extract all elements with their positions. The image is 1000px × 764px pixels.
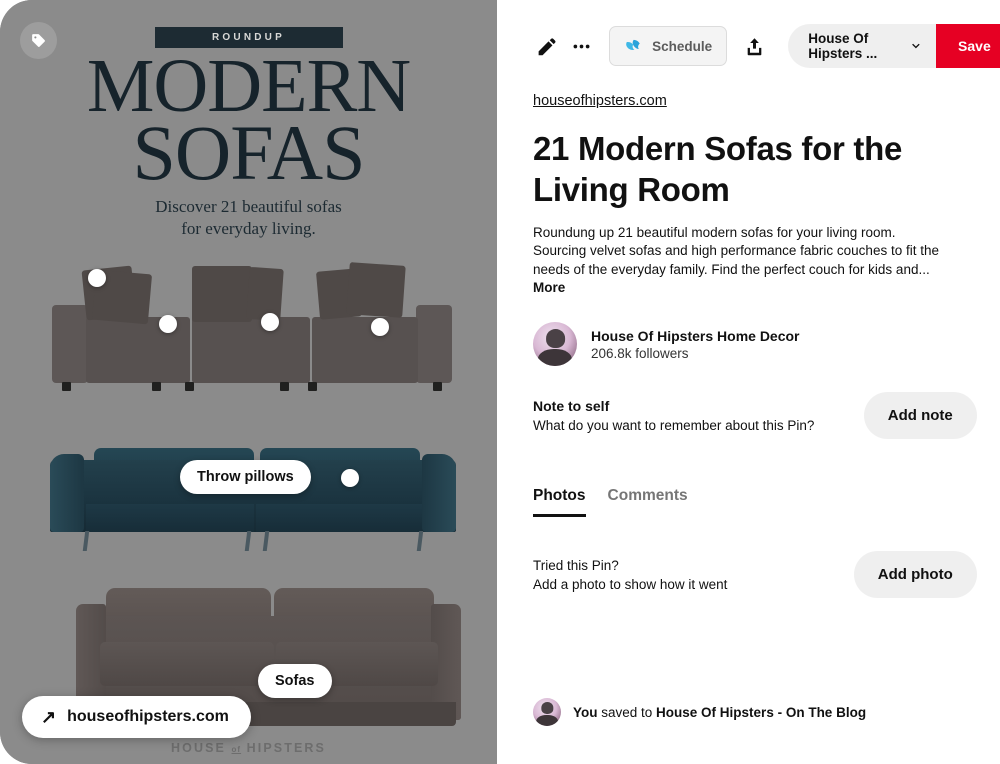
tailwind-bird-icon [626,39,640,50]
tag-icon-button[interactable] [20,22,57,59]
tag-icon [32,34,45,47]
pin-action-bar: Schedule House Of Hipsters ... Save [533,0,1000,92]
saved-to-board-row[interactable]: You saved to House Of Hipsters - On The … [533,698,977,726]
tried-this-pin-section: Tried this Pin? Add a photo to show how … [533,551,977,598]
creator-avatar[interactable] [533,322,577,366]
cover-footer-mid: of [231,745,242,754]
pin-closeup-view: ROUNDUP MODERN SOFAS Discover 21 beautif… [0,0,1000,764]
chevron-down-icon [912,43,920,48]
detail-tabs: Photos Comments [533,487,977,517]
cover-footer: HOUSE of HIPSTERS [0,741,497,755]
cover-subtitle-line2: for everyday living. [181,219,316,239]
pin-source-link[interactable]: houseofhipsters.com [533,93,667,109]
pencil-icon [538,37,556,55]
product-hotspot-dot[interactable] [88,269,106,287]
saved-to-board-text: You saved to House Of Hipsters - On The … [573,705,866,720]
saved-by-user: You [573,704,598,720]
cover-badge-label: ROUNDUP [212,32,285,43]
creator-name: House Of Hipsters Home Decor [591,327,800,344]
product-hotspot-dot[interactable] [371,318,389,336]
source-site-host: houseofhipsters.com [67,708,229,725]
schedule-button[interactable]: Schedule [609,26,728,66]
share-button[interactable] [741,27,768,65]
edit-pin-button[interactable] [533,27,560,65]
creator-followers: 206.8k followers [591,345,689,361]
image-tag-throw-pillows[interactable]: Throw pillows [180,460,311,494]
source-site-pill[interactable]: ↗ houseofhipsters.com [22,696,251,738]
ellipsis-icon [573,44,590,48]
pin-description-more-link[interactable]: More [533,280,565,295]
add-note-button[interactable]: Add note [863,392,977,439]
add-photo-button[interactable]: Add photo [853,551,977,598]
tried-this-pin-subtitle: Add a photo to show how it went [533,576,728,592]
tab-photos[interactable]: Photos [533,487,586,517]
saved-board-name: House Of Hipsters - On The Blog [656,704,867,720]
tried-this-pin-title: Tried this Pin? [533,557,619,573]
cover-subtitle: Discover 21 beautiful sofas for everyday… [0,196,497,241]
note-to-self-section: Note to self What do you want to remembe… [533,392,977,439]
save-button[interactable]: Save [936,24,1000,68]
share-upload-icon [747,37,762,55]
arrow-up-right-icon: ↗ [41,707,57,727]
board-selector-name: House Of Hipsters ... [808,31,878,61]
image-tag-sofas[interactable]: Sofas [258,664,332,698]
cover-footer-post: HIPSTERS [246,741,326,755]
board-selector[interactable]: House Of Hipsters ... [788,24,937,68]
pin-title: 21 Modern Sofas for the Living Room [533,130,902,209]
saved-middle-text: saved to [597,704,657,720]
cover-title-line2: SOFAS [132,109,365,197]
cover-title: MODERN SOFAS [0,48,497,197]
sofa-illustration-modular-grey [52,258,452,395]
product-hotspot-dot[interactable] [341,469,359,487]
product-hotspot-dot[interactable] [261,313,279,331]
tab-comments[interactable]: Comments [608,487,688,517]
note-to-self-title: Note to self [533,398,610,414]
pin-description-text: Roundung up 21 beautiful modern sofas fo… [533,224,939,277]
pin-description: Roundung up 21 beautiful modern sofas fo… [533,224,948,299]
creator-row[interactable]: House Of Hipsters Home Decor 206.8k foll… [533,322,977,366]
schedule-button-label: Schedule [652,38,713,54]
user-avatar[interactable] [533,698,561,726]
product-hotspot-dot[interactable] [159,315,177,333]
pin-detail-pane: Schedule House Of Hipsters ... Save hous… [497,0,1000,764]
pin-image-pane[interactable]: ROUNDUP MODERN SOFAS Discover 21 beautif… [0,0,497,764]
pin-image: ROUNDUP MODERN SOFAS Discover 21 beautif… [0,0,497,764]
note-to-self-prompt: What do you want to remember about this … [533,418,815,433]
cover-footer-pre: HOUSE [171,741,226,755]
more-options-button[interactable] [568,27,595,65]
cover-subtitle-line1: Discover 21 beautiful sofas [155,197,342,216]
